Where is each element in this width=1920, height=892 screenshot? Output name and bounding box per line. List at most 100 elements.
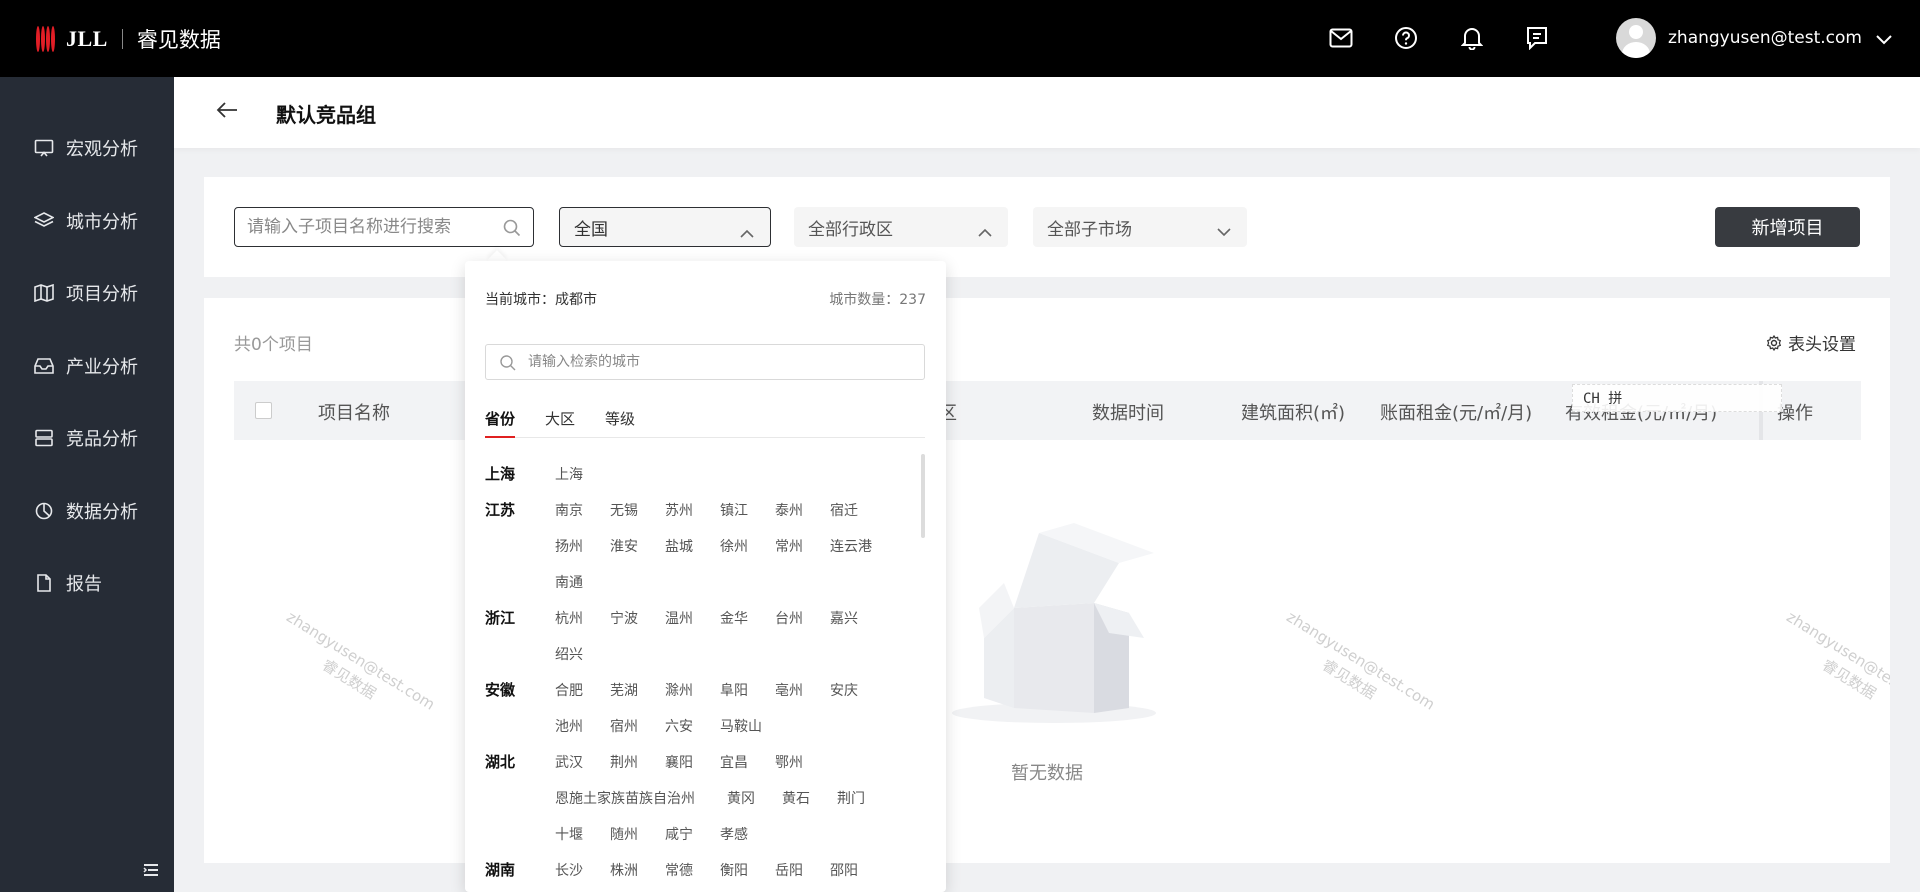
sidebar-item-report[interactable]: 报告 bbox=[34, 571, 102, 595]
city-item[interactable]: 恩施土家族苗族自治州 bbox=[555, 788, 695, 808]
province-label: 湖北 bbox=[485, 753, 516, 771]
city-item[interactable]: 台州 bbox=[775, 608, 803, 628]
city-item[interactable]: 杭州 bbox=[555, 608, 583, 628]
avatar bbox=[1616, 18, 1656, 58]
message-icon[interactable] bbox=[1524, 25, 1550, 51]
city-item[interactable]: 宿州 bbox=[610, 716, 638, 736]
help-icon[interactable] bbox=[1393, 25, 1419, 51]
city-item[interactable]: 连云港 bbox=[830, 536, 872, 556]
city-item[interactable]: 亳州 bbox=[775, 680, 803, 700]
city-item[interactable]: 嘉兴 bbox=[830, 608, 858, 628]
map-icon bbox=[34, 284, 54, 302]
add-project-button[interactable]: 新增项目 bbox=[1715, 207, 1860, 247]
city-item[interactable]: 马鞍山 bbox=[720, 716, 762, 736]
city-item[interactable]: 温州 bbox=[665, 608, 693, 628]
city-item[interactable]: 岳阳 bbox=[775, 860, 803, 880]
column-header[interactable]: 项目名称 bbox=[318, 399, 390, 425]
city-item[interactable]: 苏州 bbox=[665, 500, 693, 520]
city-item[interactable]: 徐州 bbox=[720, 536, 748, 556]
filter-bar: 全国 全部行政区 全部子市场 新增项目 bbox=[204, 177, 1890, 277]
city-item[interactable]: 武汉 bbox=[555, 752, 583, 772]
city-item[interactable]: 滁州 bbox=[665, 680, 693, 700]
ime-label: CH 拼 bbox=[1583, 391, 1623, 407]
column-header[interactable]: 数据时间 bbox=[1092, 399, 1164, 425]
column-settings-label: 表头设置 bbox=[1788, 335, 1856, 355]
city-item[interactable]: 株洲 bbox=[610, 860, 638, 880]
tab-tier[interactable]: 等级 bbox=[605, 408, 635, 438]
city-item[interactable]: 池州 bbox=[555, 716, 583, 736]
column-settings-button[interactable]: 表头设置 bbox=[1766, 330, 1856, 355]
sidebar-item-data[interactable]: 数据分析 bbox=[34, 499, 138, 523]
city-item[interactable]: 常德 bbox=[665, 860, 693, 880]
city-item[interactable]: 安庆 bbox=[830, 680, 858, 700]
city-item[interactable]: 绍兴 bbox=[555, 644, 583, 664]
column-header[interactable]: 操作 bbox=[1777, 399, 1813, 425]
city-item[interactable]: 孝感 bbox=[720, 824, 748, 844]
bell-icon[interactable] bbox=[1459, 25, 1485, 51]
city-item[interactable]: 十堰 bbox=[555, 824, 583, 844]
city-item[interactable]: 合肥 bbox=[555, 680, 583, 700]
chevron-up-icon bbox=[978, 222, 992, 242]
sidebar-item-project[interactable]: 项目分析 bbox=[34, 281, 138, 305]
region-select[interactable]: 全国 bbox=[559, 207, 771, 247]
city-item[interactable]: 泰州 bbox=[775, 500, 803, 520]
city-item[interactable]: 上海 bbox=[555, 464, 583, 484]
city-item[interactable]: 常州 bbox=[775, 536, 803, 556]
search-icon[interactable] bbox=[503, 219, 521, 241]
column-header[interactable]: 建筑面积(㎡) bbox=[1241, 399, 1345, 425]
user-menu[interactable]: zhangyusen@test.com bbox=[1616, 18, 1862, 58]
city-item[interactable]: 六安 bbox=[665, 716, 693, 736]
city-item[interactable]: 淮安 bbox=[610, 536, 638, 556]
city-tabs: 省份 大区 等级 bbox=[485, 408, 925, 438]
city-dropdown: 当前城市：成都市 城市数量：237 省份 大区 等级 上海 上海江苏 南京 无锡 苏州 镇… bbox=[465, 261, 946, 892]
column-header[interactable]: 账面租金(元/㎡/月) bbox=[1380, 399, 1532, 425]
submarket-select[interactable]: 全部子市场 bbox=[1033, 207, 1247, 247]
city-item[interactable]: 衡阳 bbox=[720, 860, 748, 880]
mail-icon[interactable] bbox=[1328, 25, 1354, 51]
city-item[interactable]: 无锡 bbox=[610, 500, 638, 520]
city-item[interactable]: 荆州 bbox=[610, 752, 638, 772]
city-item[interactable]: 镇江 bbox=[720, 500, 748, 520]
city-item[interactable]: 随州 bbox=[610, 824, 638, 844]
page-header: 默认竞品组 bbox=[174, 77, 1920, 148]
city-item[interactable]: 南通 bbox=[555, 572, 583, 592]
tab-region[interactable]: 大区 bbox=[545, 408, 575, 438]
sidebar-item-competitor[interactable]: 竞品分析 bbox=[34, 426, 138, 450]
back-arrow-icon[interactable] bbox=[216, 101, 238, 123]
city-item[interactable]: 宿迁 bbox=[830, 500, 858, 520]
city-item[interactable]: 黄冈 bbox=[727, 788, 755, 808]
chevron-down-icon bbox=[1217, 222, 1231, 242]
province-label: 江苏 bbox=[485, 501, 516, 519]
sidebar-item-macro[interactable]: 宏观分析 bbox=[34, 136, 138, 160]
sidebar-item-industry[interactable]: 产业分析 bbox=[34, 354, 138, 378]
tab-province[interactable]: 省份 bbox=[485, 408, 516, 438]
project-search-input[interactable] bbox=[235, 208, 485, 246]
sidebar-item-city[interactable]: 城市分析 bbox=[34, 209, 138, 233]
city-item[interactable]: 荆门 bbox=[837, 788, 865, 808]
logo-divider bbox=[121, 29, 123, 49]
city-item[interactable]: 盐城 bbox=[665, 536, 693, 556]
city-item[interactable]: 鄂州 bbox=[775, 752, 803, 772]
city-item[interactable]: 宁波 bbox=[610, 608, 638, 628]
project-table-card: 共0个项目 表头设置 项目名称 区 数据时间 建筑面积(㎡) 账面租金(元/㎡/… bbox=[204, 298, 1890, 863]
city-item[interactable]: 南京 bbox=[555, 500, 583, 520]
district-select[interactable]: 全部行政区 bbox=[794, 207, 1008, 247]
chevron-up-icon bbox=[740, 223, 754, 243]
city-search-input[interactable] bbox=[486, 345, 886, 379]
city-item[interactable]: 邵阳 bbox=[830, 860, 858, 880]
city-item[interactable]: 黄石 bbox=[782, 788, 810, 808]
menu-collapse-icon[interactable] bbox=[143, 862, 159, 881]
city-item[interactable]: 长沙 bbox=[555, 860, 583, 880]
city-item[interactable]: 扬州 bbox=[555, 536, 583, 556]
city-item[interactable]: 阜阳 bbox=[720, 680, 748, 700]
city-item[interactable]: 宜昌 bbox=[720, 752, 748, 772]
city-item[interactable]: 咸宁 bbox=[665, 824, 693, 844]
select-all-checkbox[interactable] bbox=[255, 402, 272, 419]
scrollbar[interactable] bbox=[921, 454, 925, 538]
logo[interactable]: JLL 睿见数据 bbox=[36, 24, 221, 54]
chevron-down-icon[interactable] bbox=[1876, 30, 1892, 49]
city-item[interactable]: 芜湖 bbox=[610, 680, 638, 700]
city-item[interactable]: 襄阳 bbox=[665, 752, 693, 772]
sidebar-item-label: 城市分析 bbox=[66, 212, 138, 233]
city-item[interactable]: 金华 bbox=[720, 608, 748, 628]
